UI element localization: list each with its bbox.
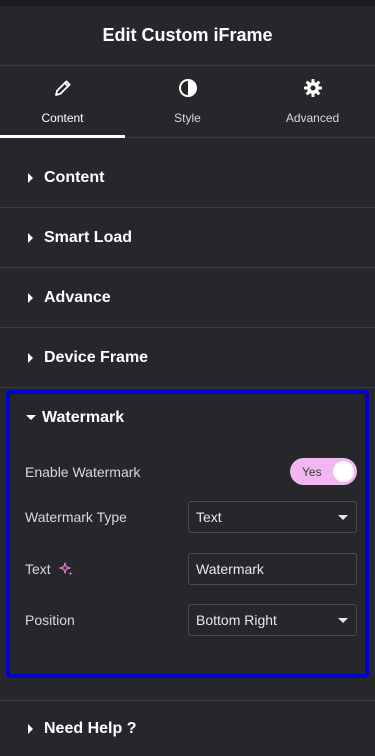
position-select[interactable]: Bottom Right: [188, 604, 357, 636]
tab-style[interactable]: Style: [125, 66, 250, 137]
section-advance[interactable]: Advance: [0, 268, 375, 328]
section-need-help[interactable]: Need Help ?: [0, 700, 375, 756]
panel-header: Edit Custom iFrame: [0, 6, 375, 66]
need-help-label: Need Help ?: [44, 719, 137, 737]
caret-right-icon: [28, 232, 33, 243]
section-device-frame-label: Device Frame: [44, 348, 149, 366]
section-advance-label: Advance: [44, 288, 111, 306]
watermark-type-label: Watermark Type: [25, 509, 127, 525]
half-circle-icon: [178, 78, 198, 103]
position-label: Position: [25, 612, 75, 628]
text-row: Text Watermark: [25, 553, 357, 585]
enable-watermark-row: Enable Watermark Yes: [25, 458, 357, 485]
enable-watermark-label: Enable Watermark: [25, 463, 141, 480]
position-row: Position Bottom Right: [25, 604, 357, 636]
watermark-section: Watermark Enable Watermark Yes Watermark…: [6, 390, 369, 678]
tab-advanced-label: Advanced: [285, 111, 340, 125]
section-content-label: Content: [44, 168, 105, 186]
section-smart-load-label: Smart Load: [44, 228, 133, 246]
caret-right-icon: [28, 352, 33, 363]
ai-sparkle-icon[interactable]: [59, 562, 73, 576]
caret-right-icon: [28, 723, 33, 734]
section-device-frame[interactable]: Device Frame: [0, 328, 375, 388]
section-smart-load[interactable]: Smart Load: [0, 208, 375, 268]
caret-right-icon: [28, 292, 33, 303]
panel-title: Edit Custom iFrame: [102, 25, 273, 45]
toggle-knob: [333, 461, 354, 482]
tab-content-label: Content: [41, 111, 84, 125]
gear-icon: [303, 78, 323, 103]
tab-bar: Content Style Advanced: [0, 66, 375, 138]
tab-content[interactable]: Content: [0, 66, 125, 138]
watermark-title: Watermark: [42, 408, 125, 426]
tab-style-label: Style: [174, 111, 201, 125]
watermark-type-value: Text: [196, 509, 222, 525]
caret-down-icon: [26, 415, 36, 420]
tab-advanced[interactable]: Advanced: [250, 66, 375, 137]
pencil-icon: [53, 78, 73, 103]
chevron-down-icon: [338, 514, 348, 520]
caret-right-icon: [28, 172, 33, 183]
watermark-type-row: Watermark Type Text: [25, 501, 357, 533]
enable-watermark-toggle[interactable]: Yes: [290, 458, 357, 485]
chevron-down-icon: [338, 617, 348, 623]
watermark-header[interactable]: Watermark: [10, 394, 365, 441]
position-value: Bottom Right: [196, 612, 277, 628]
section-content[interactable]: Content: [0, 148, 375, 208]
watermark-text-value: Watermark: [196, 561, 264, 577]
toggle-text: Yes: [302, 464, 322, 479]
watermark-type-select[interactable]: Text: [188, 501, 357, 533]
text-label-group: Text: [25, 561, 73, 577]
section-list: Content Smart Load Advance Device Frame: [0, 138, 375, 388]
text-label: Text: [25, 561, 51, 577]
watermark-text-input[interactable]: Watermark: [188, 553, 357, 585]
